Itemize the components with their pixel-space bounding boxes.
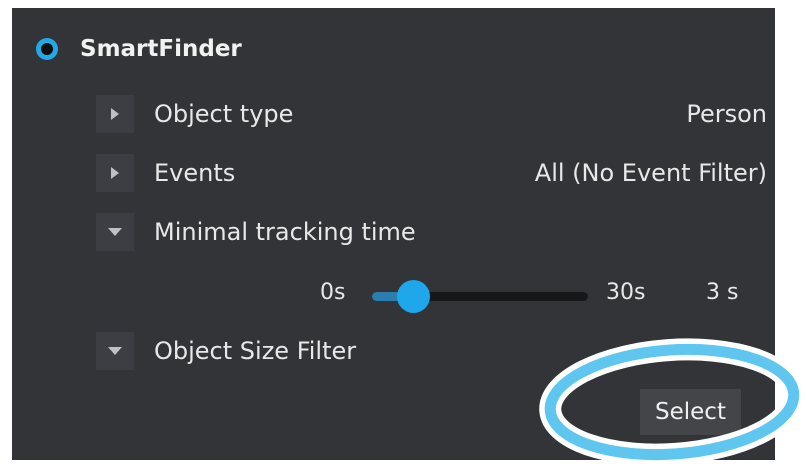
chevron-down-icon (108, 228, 122, 236)
events-label: Events (154, 159, 236, 187)
smartfinder-title: SmartFinder (80, 36, 242, 62)
row-minimal-tracking-time[interactable]: Minimal tracking time (96, 213, 767, 251)
tracking-time-slider-row: 0s 30s 3 s (12, 274, 775, 314)
row-object-size-filter[interactable]: Object Size Filter (96, 332, 767, 370)
tracking-time-slider-thumb[interactable] (397, 280, 431, 313)
smartfinder-header[interactable]: SmartFinder (36, 30, 242, 68)
slider-max-label: 30s (606, 280, 646, 305)
expand-object-type-button[interactable] (96, 95, 134, 133)
row-events[interactable]: Events All (No Event Filter) (96, 154, 767, 192)
minimal-tracking-time-label: Minimal tracking time (154, 218, 416, 246)
events-value: All (No Event Filter) (534, 159, 767, 187)
row-object-type[interactable]: Object type Person (96, 95, 767, 133)
slider-min-label: 0s (320, 280, 346, 305)
chevron-down-icon (108, 347, 122, 355)
smartfinder-radio-icon[interactable] (36, 38, 58, 60)
expand-events-button[interactable] (96, 154, 134, 192)
object-type-label: Object type (154, 100, 294, 128)
object-type-value: Person (686, 100, 767, 128)
collapse-minimal-tracking-time-button[interactable] (96, 213, 134, 251)
collapse-object-size-filter-button[interactable] (96, 332, 134, 370)
smartfinder-panel: SmartFinder Object type Person Events Al… (12, 8, 775, 460)
object-size-filter-label: Object Size Filter (154, 337, 357, 365)
chevron-right-icon (111, 167, 119, 179)
slider-value-label: 3 s (706, 280, 739, 305)
chevron-right-icon (111, 108, 119, 120)
select-button[interactable]: Select (640, 389, 741, 435)
